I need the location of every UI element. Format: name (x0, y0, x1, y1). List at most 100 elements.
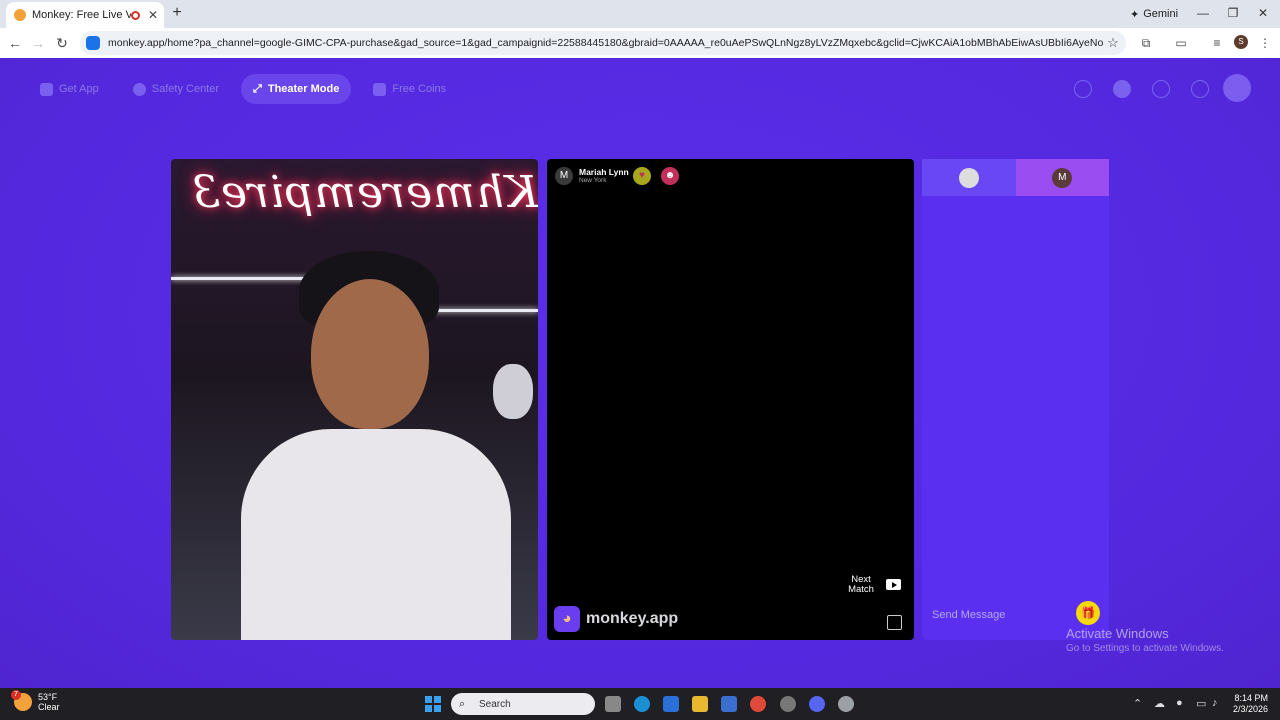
sparkle-icon: ✦ (1130, 8, 1140, 21)
tab-title: Monkey: Free Live Video Ch (32, 9, 131, 21)
peer-location: New York (579, 176, 607, 184)
chat-tab-self[interactable] (922, 159, 1016, 196)
activate-windows-subtitle: Go to Settings to activate Windows. (1066, 643, 1224, 654)
coin-icon[interactable] (1113, 80, 1131, 98)
taskbar-search-label: Search (479, 698, 511, 710)
weather-badge: 7 (11, 690, 21, 700)
address-bar[interactable]: monkey.app/home?pa_channel=google-GIMC-C… (80, 31, 1126, 55)
next-match-play-icon[interactable] (886, 579, 901, 590)
recording-icon (131, 10, 140, 20)
store-icon[interactable] (721, 696, 737, 712)
browser-tab[interactable]: Monkey: Free Live Video Ch ✕ (6, 2, 164, 28)
peer-avatar: M (555, 167, 573, 185)
peer-info: M Mariah Lynn New York (555, 167, 629, 185)
history-icon[interactable] (1152, 80, 1170, 98)
next-match-label[interactable]: Next Match (843, 575, 879, 595)
network-icon[interactable]: ▭ (1196, 697, 1206, 710)
task-view-icon[interactable] (605, 696, 621, 712)
microphone-icon[interactable]: ● (1176, 697, 1183, 709)
top-nav: Get App Safety Center ⤢ Theater Mode Fre… (28, 74, 458, 104)
m365-icon[interactable] (663, 696, 679, 712)
shield-icon (132, 82, 146, 96)
gemini-label: Gemini (1143, 8, 1179, 20)
browser-toolbar: ← → ↻ monkey.app/home?pa_channel=google-… (0, 28, 1280, 59)
monkey-favicon-icon (14, 9, 26, 21)
nav-safety-center[interactable]: Safety Center (121, 74, 231, 104)
clock-time: 8:14 PM (1234, 693, 1268, 703)
weather-widget[interactable]: 7 53°F Clear (11, 690, 60, 712)
nav-theater-mode-label: Theater Mode (267, 83, 340, 95)
chat-panel: M 🎁 (922, 159, 1109, 640)
self-chat-avatar (958, 167, 979, 188)
send-message-input[interactable] (930, 603, 1074, 627)
app-icon[interactable] (780, 696, 796, 712)
monkey-app: Get App Safety Center ⤢ Theater Mode Fre… (0, 58, 1280, 688)
weather-condition: Clear (38, 702, 60, 712)
profile-avatar[interactable]: S (1234, 35, 1248, 49)
close-window-button[interactable]: ✕ (1248, 4, 1278, 22)
system-clock[interactable]: 8:14 PM 2/3/2026 (1226, 693, 1268, 715)
person-shirt (241, 429, 511, 640)
tab-close-icon[interactable]: ✕ (146, 8, 160, 22)
maximize-button[interactable]: ❐ (1218, 4, 1248, 22)
brand-text: monkey.app (586, 610, 679, 627)
url-text[interactable]: monkey.app/home?pa_channel=google-GIMC-C… (108, 37, 1104, 49)
brand-watermark: ◕ monkey.app (554, 606, 678, 632)
weather-icon: 7 (11, 690, 32, 711)
coins-icon (373, 82, 387, 96)
nav-get-app-label: Get App (59, 83, 99, 95)
browser-tab-bar: Monkey: Free Live Video Ch ✕ + ✦ Gemini … (0, 0, 1280, 28)
clock-date: 2/3/2026 (1232, 704, 1268, 714)
taskbar: 7 53°F Clear ⌕ Search ⌃ ☁ ● ▭ ♪ 8:14 PM … (0, 688, 1280, 720)
forward-arrow-icon[interactable]: → (29, 34, 47, 52)
activate-windows-title: Activate Windows (1066, 626, 1169, 641)
more-menu-icon[interactable]: ⋮ (1257, 35, 1273, 51)
onedrive-icon[interactable]: ☁ (1154, 697, 1165, 710)
reload-icon[interactable]: ↻ (53, 34, 71, 52)
gift-icon[interactable]: 🎁 (1076, 601, 1100, 625)
gemini-button[interactable]: ✦ Gemini (1122, 4, 1186, 24)
cast-icon[interactable]: ▭ (1173, 35, 1189, 51)
messages-icon[interactable] (1191, 80, 1209, 98)
report-flag-icon[interactable] (887, 615, 902, 630)
taskbar-search[interactable]: ⌕ Search (451, 693, 595, 715)
file-explorer-icon[interactable] (692, 696, 708, 712)
chat-tab-peer[interactable]: M (1015, 159, 1109, 196)
nav-theater-mode[interactable]: ⤢ Theater Mode (241, 74, 352, 104)
nav-safety-center-label: Safety Center (151, 83, 220, 95)
monkey-logo-icon: ◕ (554, 606, 580, 632)
discord-icon[interactable] (809, 696, 825, 712)
edge-icon[interactable] (634, 696, 650, 712)
back-arrow-icon[interactable]: ← (6, 34, 24, 52)
extensions-icon[interactable]: ⧉ (1138, 35, 1154, 51)
tray-chevron-icon[interactable]: ⌃ (1133, 697, 1142, 710)
user-avatar[interactable] (1223, 74, 1251, 102)
chat-tabs: M (922, 159, 1109, 196)
settings-gear-icon[interactable] (838, 696, 854, 712)
nav-free-coins-label: Free Coins (392, 83, 447, 95)
new-tab-button[interactable]: + (168, 4, 186, 22)
person-face (311, 279, 429, 429)
neon-sign: Khmerempire3 (190, 167, 538, 218)
search-icon[interactable] (1074, 80, 1092, 98)
search-icon: ⌕ (459, 697, 466, 710)
nav-get-app[interactable]: Get App (28, 74, 111, 104)
peer-chat-avatar: M (1052, 167, 1073, 188)
chrome-icon[interactable] (750, 696, 766, 712)
minimize-button[interactable]: — (1188, 4, 1218, 22)
nav-free-coins[interactable]: Free Coins (361, 74, 458, 104)
expand-icon: ⤢ (253, 82, 262, 95)
monkey-badge-icon[interactable]: ☻ (661, 167, 679, 185)
peer-video: M Mariah Lynn New York ♥ ☻ Next Match ◕ … (547, 159, 914, 640)
site-camera-icon (86, 36, 100, 50)
volume-icon[interactable]: ♪ (1212, 697, 1218, 709)
heart-icon[interactable]: ♥ (633, 167, 651, 185)
weather-temp: 53°F (38, 692, 58, 702)
phone-icon (40, 82, 53, 96)
windows-start-icon[interactable] (425, 696, 441, 712)
media-controls-icon[interactable]: ≡ (1209, 35, 1225, 51)
send-row: 🎁 (922, 599, 1109, 629)
peer-name: Mariah Lynn (579, 166, 629, 177)
self-video: Khmerempire3 (171, 159, 538, 640)
bookmark-star-icon[interactable]: ☆ (1104, 35, 1122, 51)
